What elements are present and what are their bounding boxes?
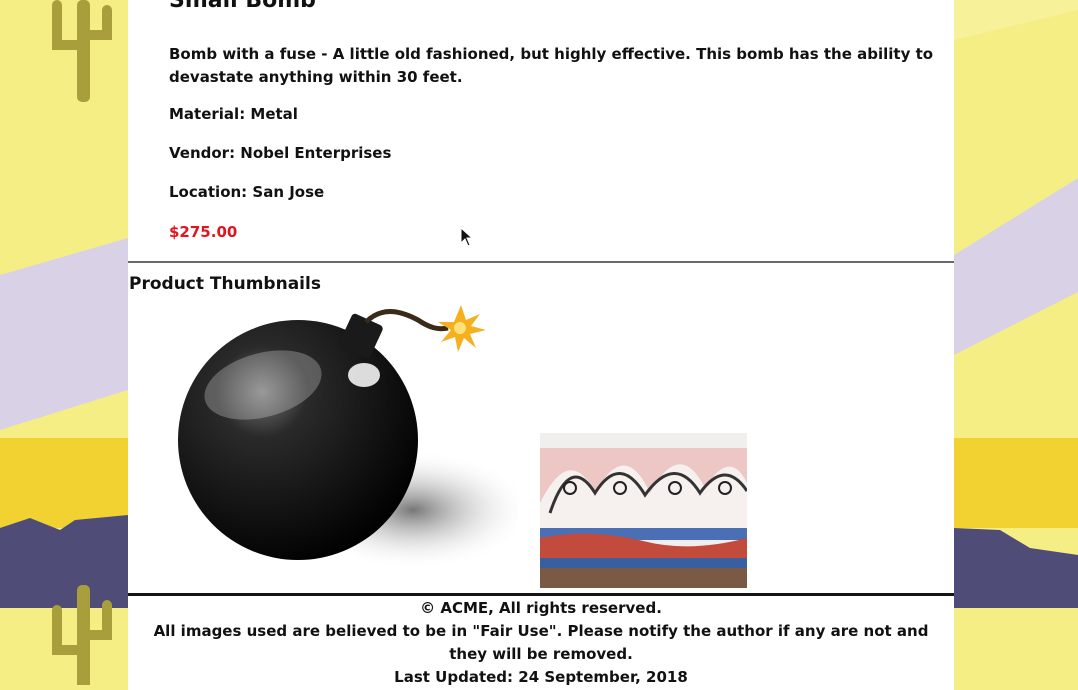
product-title: Small Bomb bbox=[169, 0, 316, 13]
thumbnails-heading: Product Thumbnails bbox=[129, 274, 321, 294]
wave-art-thumbnail[interactable] bbox=[540, 433, 747, 588]
footer-divider bbox=[128, 593, 954, 596]
copyright-text: © ACME, All rights reserved. bbox=[420, 599, 662, 617]
cactus-icon bbox=[52, 585, 112, 685]
product-location: Location: San Jose bbox=[169, 183, 325, 201]
mouse-pointer-icon bbox=[460, 227, 474, 247]
fair-use-notice: All images used are believed to be in "F… bbox=[153, 622, 929, 663]
content-panel: Small Bomb Bomb with a fuse - A little o… bbox=[128, 0, 954, 690]
bomb-thumbnail[interactable] bbox=[168, 300, 518, 590]
product-vendor: Vendor: Nobel Enterprises bbox=[169, 144, 392, 162]
divider bbox=[128, 261, 954, 263]
product-material: Material: Metal bbox=[169, 105, 298, 123]
footer: © ACME, All rights reserved. All images … bbox=[128, 597, 954, 689]
product-price: $275.00 bbox=[169, 223, 238, 241]
product-description: Bomb with a fuse - A little old fashione… bbox=[169, 45, 934, 86]
cactus-icon bbox=[52, 0, 112, 102]
last-updated: Last Updated: 24 September, 2018 bbox=[394, 668, 688, 686]
